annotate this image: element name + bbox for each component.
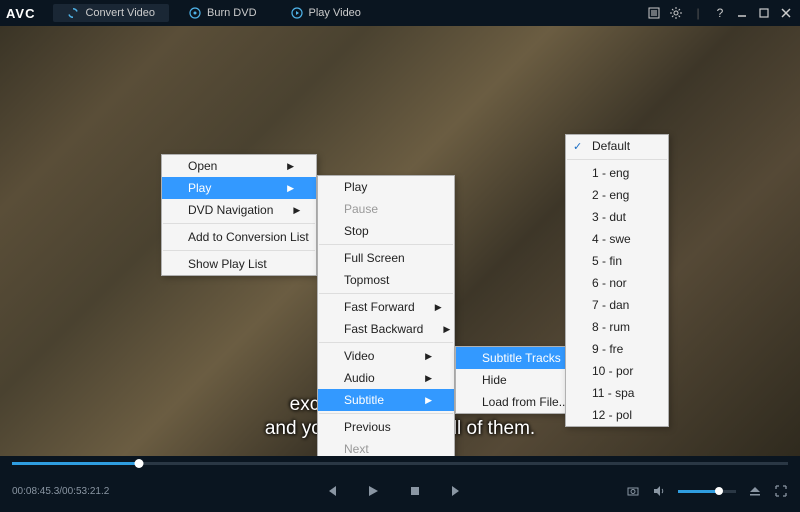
chevron-right-icon: ▶ [287, 183, 294, 194]
menu-item-topmost[interactable]: Topmost [318, 269, 454, 291]
track-9[interactable]: 9 - fre [566, 338, 668, 360]
separator: | [690, 5, 706, 21]
check-icon: ✓ [573, 140, 582, 153]
app-logo: AVC [6, 6, 35, 21]
menu-item-open[interactable]: Open▶ [162, 155, 316, 177]
chevron-right-icon: ▶ [425, 395, 432, 406]
play-circle-icon [291, 7, 303, 19]
track-1[interactable]: 1 - eng [566, 162, 668, 184]
tab-burn-dvd[interactable]: Burn DVD [175, 4, 271, 22]
fullscreen-icon[interactable] [774, 484, 788, 498]
menu-separator [163, 250, 315, 251]
track-11[interactable]: 11 - spa [566, 382, 668, 404]
refresh-icon [67, 7, 79, 19]
track-12[interactable]: 12 - pol [566, 404, 668, 426]
progress-fill [12, 462, 139, 465]
progress-bar[interactable] [0, 456, 800, 470]
progress-track[interactable] [12, 462, 788, 465]
disc-icon [189, 7, 201, 19]
chevron-right-icon: ▶ [435, 302, 442, 313]
menu-item-previous[interactable]: Previous [318, 416, 454, 438]
tab-play-video[interactable]: Play Video [277, 4, 375, 22]
time-elapsed: 00:08:45.3 [12, 486, 59, 497]
snapshot-icon[interactable] [626, 484, 640, 498]
menu-separator [319, 293, 453, 294]
menu-item-dvd-navigation[interactable]: DVD Navigation▶ [162, 199, 316, 221]
menu-separator [567, 159, 667, 160]
volume-icon[interactable] [652, 484, 666, 498]
track-4[interactable]: 4 - swe [566, 228, 668, 250]
track-8[interactable]: 8 - rum [566, 316, 668, 338]
menu-item-video[interactable]: Video▶ [318, 345, 454, 367]
time-display: 00:08:45.3/00:53:21.2 [12, 486, 162, 497]
menu-item-stop[interactable]: Stop [318, 220, 454, 242]
maximize-icon[interactable] [756, 5, 772, 21]
close-icon[interactable] [778, 5, 794, 21]
chevron-right-icon: ▶ [287, 161, 294, 172]
minimize-icon[interactable] [734, 5, 750, 21]
menu-item-audio[interactable]: Audio▶ [318, 367, 454, 389]
chevron-right-icon: ▶ [425, 351, 432, 362]
stop-button[interactable] [408, 484, 422, 498]
menu-separator [319, 244, 453, 245]
track-10[interactable]: 10 - por [566, 360, 668, 382]
next-button[interactable] [450, 484, 464, 498]
time-total: 00:53:21.2 [62, 486, 109, 497]
player-controls: 00:08:45.3/00:53:21.2 [0, 470, 800, 512]
track-6[interactable]: 6 - nor [566, 272, 668, 294]
menu-item-show-playlist[interactable]: Show Play List [162, 253, 316, 275]
menu-item-play[interactable]: Play▶ [162, 177, 316, 199]
menu-item-subtitle[interactable]: Subtitle▶ [318, 389, 454, 411]
track-default[interactable]: ✓Default [566, 135, 668, 157]
menu-item-play-action[interactable]: Play [318, 176, 454, 198]
play-button[interactable] [366, 484, 380, 498]
menu-item-pause: Pause [318, 198, 454, 220]
tab-label: Play Video [309, 7, 361, 19]
track-5[interactable]: 5 - fin [566, 250, 668, 272]
menu-item-fast-forward[interactable]: Fast Forward▶ [318, 296, 454, 318]
menu-separator [319, 342, 453, 343]
track-3[interactable]: 3 - dut [566, 206, 668, 228]
menu-item-add-conversion[interactable]: Add to Conversion List [162, 226, 316, 248]
context-menu-play: Play Pause Stop Full Screen Topmost Fast… [317, 175, 455, 456]
menu-separator [163, 223, 315, 224]
menu-separator [319, 413, 453, 414]
chevron-right-icon: ▶ [443, 324, 450, 335]
video-viewport[interactable]: except you nds of children and you worry… [0, 26, 800, 456]
menu-item-fullscreen[interactable]: Full Screen [318, 247, 454, 269]
tab-convert-video[interactable]: Convert Video [53, 4, 169, 22]
menu-item-next: Next [318, 438, 454, 456]
menu-item-fast-backward[interactable]: Fast Backward▶ [318, 318, 454, 340]
volume-slider[interactable] [678, 490, 736, 493]
window-controls: | ? [646, 5, 794, 21]
help-icon[interactable]: ? [712, 5, 728, 21]
volume-fill [678, 490, 719, 493]
volume-thumb[interactable] [715, 487, 723, 495]
menu-icon[interactable] [646, 5, 662, 21]
eject-icon[interactable] [748, 484, 762, 498]
prev-button[interactable] [324, 484, 338, 498]
titlebar: AVC Convert Video Burn DVD Play Video | … [0, 0, 800, 26]
gear-icon[interactable] [668, 5, 684, 21]
progress-thumb[interactable] [135, 459, 144, 468]
chevron-right-icon: ▶ [425, 373, 432, 384]
tab-label: Burn DVD [207, 7, 257, 19]
chevron-right-icon: ▶ [293, 205, 300, 216]
tab-label: Convert Video [85, 7, 155, 19]
context-menu-tracks: ✓Default 1 - eng 2 - eng 3 - dut 4 - swe… [565, 134, 669, 427]
context-menu-main: Open▶ Play▶ DVD Navigation▶ Add to Conve… [161, 154, 317, 276]
track-2[interactable]: 2 - eng [566, 184, 668, 206]
track-7[interactable]: 7 - dan [566, 294, 668, 316]
